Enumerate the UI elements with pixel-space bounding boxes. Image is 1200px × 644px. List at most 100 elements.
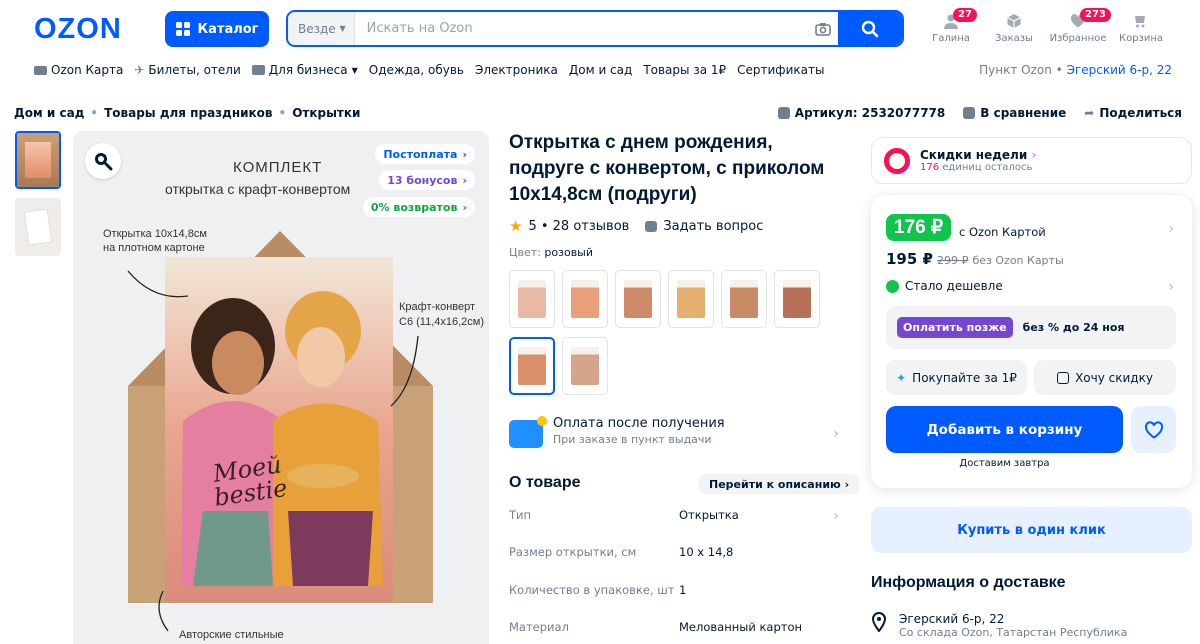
gallery-thumb[interactable] (15, 131, 61, 189)
swatch-image (571, 280, 599, 318)
weekly-title: Скидки недели (920, 148, 1028, 162)
header-cart[interactable]: Корзина (1111, 12, 1171, 44)
buy-for-1-button[interactable]: ✦ Покупайте за 1₽ (886, 360, 1027, 395)
spec-value[interactable]: Открытка (679, 508, 739, 524)
color-swatch[interactable] (615, 270, 661, 328)
product-actions: Артикул: 2532077778 В сравнение ➦ Поделит… (777, 106, 1182, 120)
share-button[interactable]: ➦ Поделиться (1084, 106, 1182, 120)
price-drop-row[interactable]: Стало дешевле (886, 279, 1003, 293)
weekly-deals-banner[interactable]: Скидки недели › 176 единиц осталось (871, 137, 1192, 184)
pickup-label: Пункт Ozon • (979, 63, 1063, 77)
search-button[interactable] (838, 12, 902, 45)
swatch-image (677, 280, 705, 318)
nav-goods-1rub[interactable]: Товары за 1₽ (643, 63, 726, 77)
chevron-right-icon[interactable]: › (1168, 221, 1174, 237)
color-swatch[interactable] (509, 270, 555, 328)
spec-row: Количество в упаковке, шт 1 (509, 583, 839, 597)
color-swatch[interactable] (774, 270, 820, 328)
delivery-note: Доставим завтра (959, 458, 1050, 469)
swatch-image (730, 280, 758, 318)
discount-icon (1057, 371, 1070, 384)
price-note: без Ozon Карты (972, 254, 1064, 267)
product-main-image[interactable]: Постоплата › 13 бонусов › 0% возвратов › КО… (73, 131, 489, 644)
weekly-suffix: единиц осталось (942, 162, 1033, 173)
swatch-image (783, 280, 811, 318)
add-to-cart-button[interactable]: Добавить в корзину (886, 406, 1123, 453)
gallery-thumb[interactable] (15, 198, 61, 256)
box-icon (1007, 14, 1021, 28)
cart-icon (1135, 16, 1145, 28)
pay-later-row[interactable]: Оплатить позже без % до 24 ноя (886, 306, 1176, 349)
color-swatch[interactable] (562, 270, 608, 328)
go-to-description-button[interactable]: Перейти к описанию › (699, 474, 860, 494)
spec-value: 10 x 14,8 (679, 545, 734, 559)
search-input[interactable] (354, 21, 808, 36)
catalog-button[interactable]: Каталог (165, 11, 269, 47)
header-orders[interactable]: Заказы (984, 12, 1044, 44)
catalog-label: Каталог (197, 21, 259, 37)
copy-icon (777, 107, 790, 119)
about-title: О товаре (509, 474, 581, 491)
profile-label: Галина (932, 33, 970, 44)
color-swatches-row2 (509, 337, 608, 395)
sparkle-icon: ✦ (896, 370, 907, 385)
pickup-address: Эгерский 6-р, 22 (1066, 63, 1172, 77)
nav-home-garden[interactable]: Дом и сад (569, 63, 632, 77)
search-icon (861, 20, 879, 37)
nav-certificates[interactable]: Сертификаты (737, 63, 824, 77)
nav-clothes[interactable]: Одежда, обувь (369, 63, 464, 77)
nav-electronics[interactable]: Электроника (475, 63, 558, 77)
breadcrumb-item[interactable]: Открытки (292, 106, 360, 120)
rating-row: ★ 5 • 28 отзывов Задать вопрос (509, 217, 763, 235)
chevron-down-icon: ▼ (351, 65, 358, 75)
camera-icon[interactable] (808, 22, 838, 36)
breadcrumb-item[interactable]: Дом и сад (14, 106, 84, 120)
ozon-logo[interactable]: OZON (34, 13, 122, 46)
compare-icon (963, 107, 976, 119)
nav-ozon-card[interactable]: Ozon Карта (34, 63, 123, 77)
plane-icon: ✈ (134, 63, 145, 77)
rating-reviews-link[interactable]: 5 • 28 отзывов (528, 219, 629, 234)
nav-tickets[interactable]: ✈ Билеты, отели (134, 63, 240, 77)
spec-row: Размер открытки, см 10 x 14,8 (509, 545, 839, 559)
color-swatches (509, 270, 820, 328)
pay-subtitle: При заказе в пункт выдачи (553, 433, 712, 446)
header-favorites[interactable]: 273 Избранное (1048, 8, 1111, 44)
article-number[interactable]: Артикул: 2532077778 (777, 106, 945, 120)
header-profile[interactable]: 27 Галина (921, 8, 981, 44)
pay-after-receipt[interactable]: Оплата после получения При заказе в пунк… (509, 416, 839, 448)
add-to-favorites-button[interactable] (1131, 406, 1176, 453)
payment-card-icon (509, 416, 547, 448)
pickup-point[interactable]: Пункт Ozon • Эгерский 6-р, 22 (979, 63, 1172, 77)
price-regular: 195 ₽ (886, 250, 933, 268)
briefcase-icon (251, 65, 265, 75)
breadcrumb-item[interactable]: Товары для праздников (104, 106, 272, 120)
star-icon: ★ (509, 217, 523, 235)
orders-label: Заказы (995, 33, 1033, 44)
product-title: Открытка с днем рождения, подруге с конв… (509, 132, 825, 205)
spec-row: Тип Открытка › (509, 508, 839, 524)
color-swatch[interactable] (721, 270, 767, 328)
want-discount-button[interactable]: Хочу скидку (1034, 360, 1176, 395)
color-label: Цвет: розовый (509, 246, 593, 259)
pay-title: Оплата после получения (553, 416, 725, 431)
color-swatch[interactable] (509, 337, 555, 395)
spec-key: Размер открытки, см (509, 545, 637, 559)
chevron-right-icon: › (844, 477, 850, 491)
ask-question-button[interactable]: Задать вопрос (645, 219, 763, 234)
color-swatch[interactable] (668, 270, 714, 328)
chat-icon (645, 220, 658, 232)
spec-row: Материал Мелованный картон (509, 620, 839, 634)
nav-business[interactable]: Для бизнеса ▼ (251, 63, 358, 77)
buy-box: 176 ₽ с Ozon Картой › 195 ₽299 ₽ без Ozon… (871, 195, 1192, 488)
compare-button[interactable]: В сравнение (963, 106, 1066, 120)
delivery-address[interactable]: Эгерский 6-р, 22 Со склада Ozon, Татарст… (871, 612, 1127, 639)
delivery-source: Со склада Ozon, Татарстан Республика (899, 626, 1128, 639)
pay-later-button[interactable]: Оплатить позже (897, 317, 1013, 338)
swatch-image (518, 280, 546, 318)
buy-one-click-button[interactable]: Купить в один клик (871, 507, 1192, 553)
color-swatch[interactable] (562, 337, 608, 395)
search-scope-select[interactable]: Везде ▼ (288, 12, 355, 45)
want-discount-label: Хочу скидку (1075, 370, 1153, 385)
go-to-description-label: Перейти к описанию (709, 477, 841, 491)
